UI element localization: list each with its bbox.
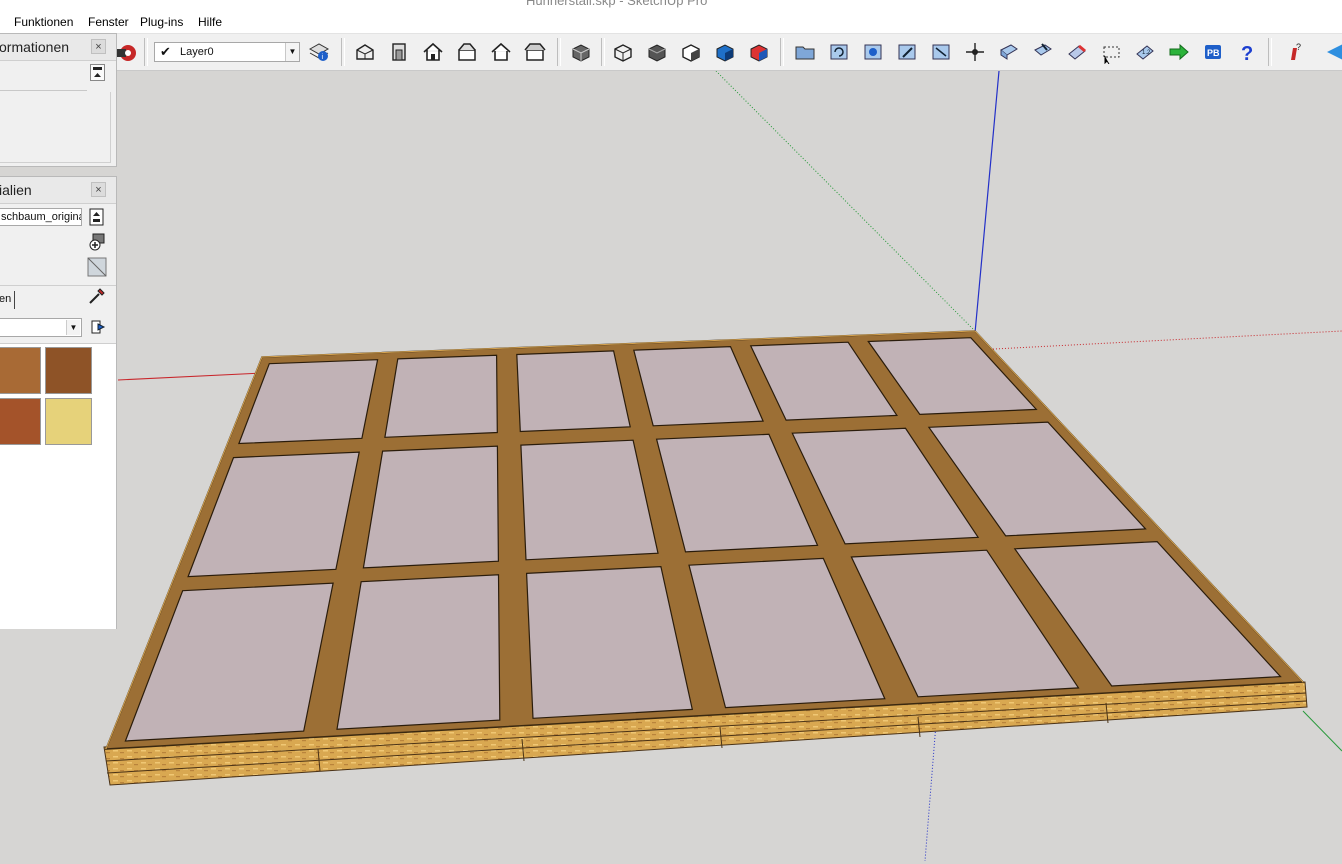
- export-icon[interactable]: PB: [1200, 39, 1226, 65]
- entity-info-header: ormationen ×: [0, 34, 116, 61]
- chevron-down-icon[interactable]: ▼: [66, 320, 80, 335]
- menu-plugins[interactable]: Plug-ins: [140, 15, 183, 29]
- rotate-tool-icon[interactable]: [826, 39, 852, 65]
- close-icon[interactable]: ×: [91, 182, 106, 197]
- svg-text:?: ?: [1241, 43, 1253, 64]
- menu-bar: Funktionen Fenster Plug-ins Hilfe: [0, 12, 1342, 34]
- eraser-tool-icon[interactable]: [1064, 39, 1090, 65]
- material-collection-select[interactable]: ▼: [0, 318, 82, 337]
- axes-tool-icon[interactable]: [962, 39, 988, 65]
- material-swatch-wood-planks[interactable]: [45, 347, 92, 394]
- tab-edit[interactable]: en: [0, 291, 15, 309]
- materials-header: ialien ×: [0, 177, 116, 204]
- material-swatch-wood-medium[interactable]: [0, 347, 41, 394]
- folder-open-icon[interactable]: [792, 39, 818, 65]
- select-rectangle-icon[interactable]: [1098, 39, 1124, 65]
- info-tool-icon[interactable]: [860, 39, 886, 65]
- arrow-right-icon[interactable]: [1166, 39, 1192, 65]
- hidden-line-style-icon[interactable]: [644, 39, 670, 65]
- green-axis-line: [715, 70, 976, 332]
- right-view-icon[interactable]: [454, 39, 480, 65]
- svg-text:PB: PB: [1207, 48, 1220, 58]
- shaded-style-icon[interactable]: [678, 39, 704, 65]
- svg-text:?: ?: [1296, 42, 1301, 52]
- svg-text:1.2: 1.2: [1142, 50, 1151, 56]
- entity-info-title: ormationen: [0, 39, 70, 55]
- layer-name: Layer0: [180, 46, 214, 58]
- layer-select[interactable]: ✔ Layer0 ▼: [154, 42, 300, 62]
- toolbar-separator: [144, 38, 148, 66]
- window-title: Hühnerstall.skp - SketchUp Pro: [526, 0, 708, 8]
- eyedropper-icon[interactable]: [87, 286, 107, 306]
- toolbar-separator: [557, 38, 561, 66]
- menu-funktionen[interactable]: Funktionen: [14, 15, 73, 29]
- create-material-icon[interactable]: [89, 208, 104, 226]
- entity-info-panel: ormationen ×: [0, 33, 117, 167]
- material-swatch-wood-reddish[interactable]: [0, 398, 41, 445]
- chevron-down-icon[interactable]: ▼: [285, 43, 299, 61]
- entity-info-field[interactable]: [0, 64, 87, 91]
- textured-style-icon[interactable]: [712, 39, 738, 65]
- blue-axis-line: [924, 710, 938, 862]
- close-icon[interactable]: ×: [91, 39, 106, 54]
- floor-panel: [362, 445, 500, 569]
- floor-panel: [124, 582, 334, 742]
- blue-axis-line: [974, 70, 1000, 334]
- green-axis-line: [1302, 710, 1342, 752]
- ruby-console-icon[interactable]: ?: [1282, 39, 1308, 65]
- help-icon[interactable]: ?: [1234, 39, 1260, 65]
- back-view-icon[interactable]: [488, 39, 514, 65]
- xray-style-icon[interactable]: [568, 39, 594, 65]
- entity-info-body: [0, 92, 111, 163]
- paint-bucket-icon[interactable]: [1030, 39, 1056, 65]
- swatch-grid: [0, 344, 116, 629]
- toolbar-separator: [601, 38, 605, 66]
- home-view-icon[interactable]: [420, 39, 446, 65]
- collapse-toggle-icon[interactable]: [90, 64, 105, 81]
- window-titlebar: Hühnerstall.skp - SketchUp Pro: [0, 0, 1342, 12]
- menu-fenster[interactable]: Fenster: [88, 15, 129, 29]
- dimension-tool-icon[interactable]: 1.2: [1132, 39, 1158, 65]
- materials-title: ialien: [0, 182, 32, 198]
- pencil-tool-icon[interactable]: [894, 39, 920, 65]
- floor-panel: [520, 439, 659, 561]
- checkmark-icon: ✔: [160, 44, 171, 59]
- default-material-icon[interactable]: [87, 257, 107, 277]
- monochrome-style-icon[interactable]: [746, 39, 772, 65]
- wireframe-style-icon[interactable]: [610, 39, 636, 65]
- material-swatch-wood-light[interactable]: [45, 398, 92, 445]
- floor-panel: [384, 354, 498, 438]
- toolbar-separator: [1268, 38, 1272, 66]
- measure-tool-icon[interactable]: [928, 39, 954, 65]
- red-axis-line: [117, 372, 263, 381]
- details-arrow-icon[interactable]: [89, 318, 107, 336]
- model-viewport[interactable]: ormationen × ialien × schbaum_origina en: [0, 33, 1342, 862]
- toolbar-separator: [780, 38, 784, 66]
- materials-panel: ialien × schbaum_origina en ▼: [0, 176, 117, 629]
- material-name-field[interactable]: schbaum_origina: [0, 208, 82, 226]
- front-view-icon[interactable]: [386, 39, 412, 65]
- floor-panel: [516, 350, 631, 433]
- toolbar-separator: [341, 38, 345, 66]
- menu-hilfe[interactable]: Hilfe: [198, 15, 222, 29]
- add-to-model-icon[interactable]: [88, 233, 106, 251]
- layer-manager-icon[interactable]: i: [306, 39, 332, 65]
- left-view-icon[interactable]: [522, 39, 548, 65]
- model-canvas: [103, 70, 1342, 862]
- red-axis-line: [974, 330, 1342, 351]
- select-arrow-icon[interactable]: [1320, 39, 1342, 65]
- floor-panel: [187, 451, 360, 578]
- main-toolbar: ✔ Layer0 ▼ i 1.2 PB ? ?: [0, 34, 1342, 71]
- floor-panel: [336, 574, 501, 730]
- iso-view-icon[interactable]: [352, 39, 378, 65]
- section-plane-icon[interactable]: [996, 39, 1022, 65]
